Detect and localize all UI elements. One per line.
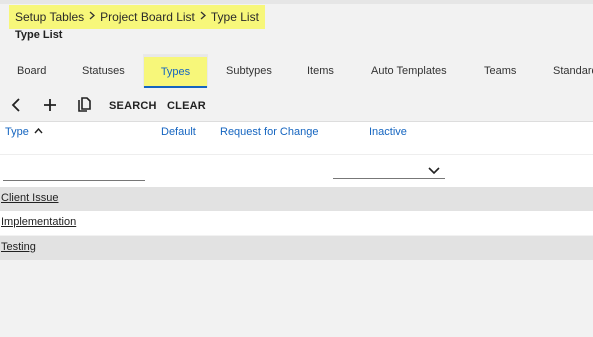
table-header: Type Default Request for Change Inactive xyxy=(0,121,593,154)
tab-board[interactable]: Board xyxy=(17,55,46,88)
tab-standard[interactable]: Standard xyxy=(553,55,593,88)
column-header-default[interactable]: Default xyxy=(161,126,196,138)
table-row: Testing xyxy=(0,236,593,260)
back-icon[interactable] xyxy=(7,96,25,114)
type-link-client-issue[interactable]: Client Issue xyxy=(1,192,58,204)
tab-statuses[interactable]: Statuses xyxy=(82,55,125,88)
copy-icon[interactable] xyxy=(75,96,93,114)
inactive-filter-select[interactable] xyxy=(333,161,445,179)
type-filter-input[interactable] xyxy=(3,167,145,181)
tab-types[interactable]: Types xyxy=(144,55,207,88)
table-row: Client Issue xyxy=(0,187,593,211)
top-strip xyxy=(0,0,593,4)
breadcrumb-separator-icon xyxy=(89,11,96,23)
tab-auto-templates[interactable]: Auto Templates xyxy=(371,55,447,88)
add-icon[interactable] xyxy=(41,96,59,114)
breadcrumb-project-board-list[interactable]: Project Board List xyxy=(100,10,195,24)
tab-types-label: Types xyxy=(160,66,191,78)
column-header-inactive[interactable]: Inactive xyxy=(369,126,407,138)
table-row: Implementation xyxy=(0,211,593,235)
breadcrumb-type-list[interactable]: Type List xyxy=(211,10,259,24)
search-button[interactable]: SEARCH xyxy=(109,100,157,112)
breadcrumb: Setup Tables Project Board List Type Lis… xyxy=(9,5,265,29)
tab-teams[interactable]: Teams xyxy=(484,55,516,88)
column-header-type[interactable]: Type xyxy=(5,126,43,138)
filter-row xyxy=(0,154,593,187)
toolbar: SEARCH CLEAR xyxy=(0,88,593,121)
breadcrumb-separator-icon xyxy=(200,11,206,23)
chevron-down-icon xyxy=(428,162,440,180)
tab-subtypes[interactable]: Subtypes xyxy=(226,55,272,88)
column-header-type-label: Type xyxy=(5,126,29,138)
clear-button[interactable]: CLEAR xyxy=(167,100,206,112)
page-title: Type List xyxy=(15,29,63,41)
type-link-implementation[interactable]: Implementation xyxy=(1,216,76,228)
sort-ascending-icon xyxy=(34,127,43,134)
tab-items[interactable]: Items xyxy=(307,55,334,88)
type-link-testing[interactable]: Testing xyxy=(1,241,36,253)
column-header-request-for-change[interactable]: Request for Change xyxy=(220,126,318,138)
breadcrumb-setup-tables[interactable]: Setup Tables xyxy=(15,10,84,24)
tab-bar: Board Statuses Types Subtypes Items Auto… xyxy=(0,55,593,88)
type-list-panel: SEARCH CLEAR Type Default Request for Ch… xyxy=(0,88,593,337)
